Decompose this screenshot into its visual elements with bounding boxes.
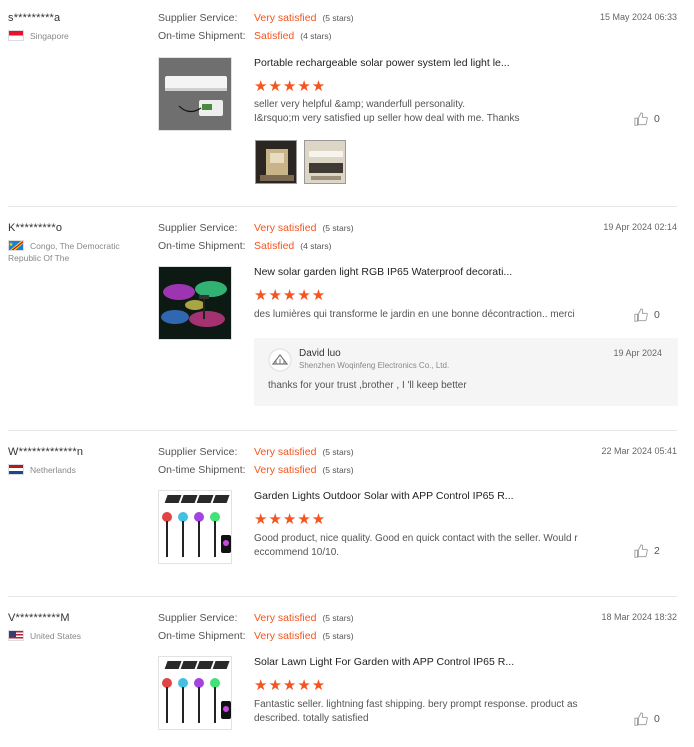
- buyer-name: V**********M: [8, 612, 70, 624]
- product-image[interactable]: [158, 490, 232, 564]
- buyer-name: s*********a: [8, 12, 61, 24]
- ontime-shipment-rating: On-time Shipment: Very satisfied (5 stars): [158, 630, 354, 642]
- congo-flag-icon: [8, 240, 24, 251]
- supplier-service-rating: Supplier Service: Very satisfied (5 stars): [158, 446, 354, 458]
- buyer-name: W*************n: [8, 446, 84, 458]
- buyer-name: K*********o: [8, 222, 63, 234]
- product-title-link[interactable]: Solar Lawn Light For Garden with APP Con…: [254, 656, 514, 668]
- united-states-flag-icon: [8, 630, 24, 641]
- rating-value: Satisfied: [254, 30, 295, 42]
- helpful-count: 0: [654, 713, 660, 725]
- thumbs-up-icon: [634, 112, 648, 126]
- country-name: United States: [30, 631, 82, 641]
- review-date: 22 Mar 2024 05:41: [601, 446, 677, 456]
- country-name: Singapore: [30, 31, 69, 41]
- helpful-button[interactable]: 2: [634, 544, 660, 558]
- supplier-service-label: Supplier Service:: [158, 612, 238, 624]
- helpful-button[interactable]: 0: [634, 112, 660, 126]
- supplier-service-label: Supplier Service:: [158, 222, 238, 234]
- review-date: 15 May 2024 06:33: [599, 12, 677, 22]
- rating-value: Satisfied: [254, 240, 295, 252]
- review-item: s*********a Singapore Supplier Service: V…: [0, 0, 694, 206]
- rating-value: Very satisfied: [254, 446, 317, 458]
- product-image[interactable]: [158, 266, 232, 340]
- buyer-country: Netherlands: [8, 464, 138, 476]
- rating-stars: (5 stars): [322, 613, 354, 623]
- rating-stars: (5 stars): [322, 631, 354, 641]
- product-title-link[interactable]: Garden Lights Outdoor Solar with APP Con…: [254, 490, 514, 502]
- thumbs-up-icon: [634, 712, 648, 726]
- ontime-shipment-label: On-time Shipment:: [158, 30, 246, 42]
- rating-stars: (4 stars): [300, 31, 332, 41]
- star-rating: ★★★★★: [254, 287, 327, 304]
- star-rating: ★★★★★: [254, 677, 327, 694]
- rating-value: Very satisfied: [254, 612, 317, 624]
- supplier-service-rating: Supplier Service: Very satisfied (5 stars): [158, 612, 354, 624]
- review-item: K*********o Congo, The Democratic Republ…: [0, 206, 694, 430]
- rating-value: Very satisfied: [254, 464, 317, 476]
- review-text: Fantastic seller. lightning fast shippin…: [254, 699, 578, 724]
- supplier-company-name: Shenzhen Woqinfeng Electronics Co., Ltd.: [299, 361, 450, 370]
- helpful-count: 2: [654, 545, 660, 557]
- helpful-button[interactable]: 0: [634, 308, 660, 322]
- rating-stars: (5 stars): [322, 465, 354, 475]
- supplier-reply-text: thanks for your trust ,brother , I 'll k…: [268, 380, 467, 391]
- review-text: seller very helpful &amp; wanderfull per…: [254, 99, 520, 124]
- review-date: 18 Mar 2024 18:32: [601, 612, 677, 622]
- rating-value: Very satisfied: [254, 222, 317, 234]
- rating-stars: (4 stars): [300, 241, 332, 251]
- supplier-service-label: Supplier Service:: [158, 12, 238, 24]
- star-rating: ★★★★★: [254, 511, 327, 528]
- ontime-shipment-rating: On-time Shipment: Satisfied (4 stars): [158, 240, 331, 252]
- thumbs-up-icon: [634, 544, 648, 558]
- rating-stars: (5 stars): [322, 223, 354, 233]
- ontime-shipment-label: On-time Shipment:: [158, 630, 246, 642]
- review-item: W*************n Netherlands Supplier Ser…: [0, 430, 694, 596]
- product-image[interactable]: [158, 656, 232, 730]
- country-name: Congo, The Democratic Republic Of The: [8, 241, 120, 263]
- review-date: 19 Apr 2024 02:14: [603, 222, 677, 232]
- rating-value: Very satisfied: [254, 630, 317, 642]
- ontime-shipment-rating: On-time Shipment: Very satisfied (5 stars): [158, 464, 354, 476]
- rating-stars: (5 stars): [322, 13, 354, 23]
- review-photo[interactable]: [304, 140, 346, 184]
- supplier-reply-date: 19 Apr 2024: [613, 348, 662, 358]
- supplier-service-rating: Supplier Service: Very satisfied (5 stars): [158, 222, 354, 234]
- supplier-reply: David luo Shenzhen Woqinfeng Electronics…: [254, 338, 678, 406]
- buyer-country: Congo, The Democratic Republic Of The: [8, 240, 136, 264]
- netherlands-flag-icon: [8, 464, 24, 475]
- helpful-button[interactable]: 0: [634, 712, 660, 726]
- rating-stars: (5 stars): [322, 447, 354, 457]
- supplier-avatar-icon: [268, 348, 292, 372]
- supplier-service-rating: Supplier Service: Very satisfied (5 stars): [158, 12, 354, 24]
- review-text: des lumières qui transforme le jardin en…: [254, 309, 575, 320]
- helpful-count: 0: [654, 309, 660, 321]
- review-item: V**********M United States Supplier Serv…: [0, 596, 694, 747]
- singapore-flag-icon: [8, 30, 24, 41]
- star-rating: ★★★★★: [254, 78, 327, 95]
- product-title-link[interactable]: Portable rechargeable solar power system…: [254, 57, 510, 69]
- ontime-shipment-label: On-time Shipment:: [158, 464, 246, 476]
- country-name: Netherlands: [30, 465, 76, 475]
- review-text: Good product, nice quality. Good en quic…: [254, 533, 578, 558]
- product-title-link[interactable]: New solar garden light RGB IP65 Waterpro…: [254, 266, 512, 278]
- rating-value: Very satisfied: [254, 12, 317, 24]
- helpful-count: 0: [654, 113, 660, 125]
- product-image[interactable]: [158, 57, 232, 131]
- thumbs-up-icon: [634, 308, 648, 322]
- ontime-shipment-label: On-time Shipment:: [158, 240, 246, 252]
- supplier-reply-name: David luo: [299, 348, 341, 359]
- buyer-country: Singapore: [8, 30, 138, 42]
- review-photo[interactable]: [255, 140, 297, 184]
- supplier-service-label: Supplier Service:: [158, 446, 238, 458]
- buyer-country: United States: [8, 630, 138, 642]
- ontime-shipment-rating: On-time Shipment: Satisfied (4 stars): [158, 30, 331, 42]
